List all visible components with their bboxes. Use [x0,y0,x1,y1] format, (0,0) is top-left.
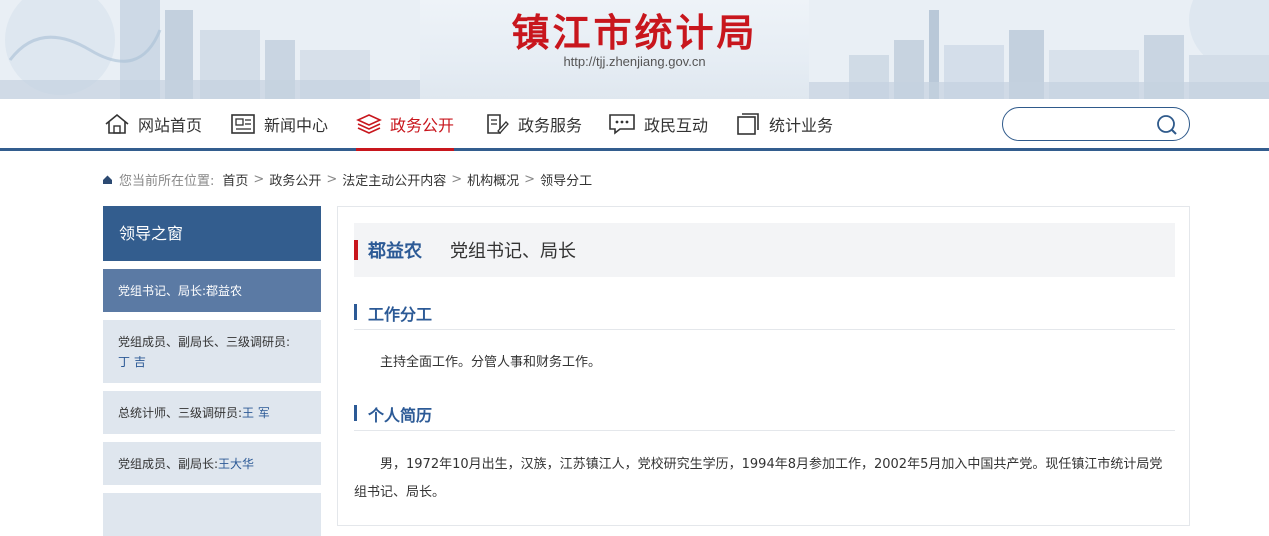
square-icon [737,112,759,135]
nav-statistics-label: 统计业务 [769,115,834,135]
breadcrumb-label: 您当前所在位置: [119,174,215,189]
breadcrumb: 您当前所在位置: 首页 > 政务公开 > 法定主动公开内容 > 机构概况 > 领… [102,170,592,189]
nav-news[interactable]: 新闻中心 [230,99,328,148]
section-duties-heading: 工作分工 [354,296,1175,330]
home-small-icon [103,175,112,184]
nav-interaction[interactable]: 政民互动 [608,99,708,148]
breadcrumb-government-affairs[interactable]: 政务公开 [269,170,321,189]
header-banner: 镇江市统计局 http://tjj.zhenjiang.gov.cn [0,0,1269,99]
sidebar-item-leader-3[interactable]: 总统计师、三级调研员: 王 军 [103,391,321,434]
site-url[interactable]: http://tjj.zhenjiang.gov.cn [0,54,1269,69]
breadcrumb-separator: > [326,172,338,187]
title-accent-bar [354,240,358,260]
site-title: 镇江市统计局 [511,10,758,55]
sidebar-item-role: 党组书记、局长: [118,284,207,298]
breadcrumb-home[interactable]: 首页 [222,170,248,189]
sidebar-item-leader-4[interactable]: 党组成员、副局长: 王大华 [103,442,321,485]
breadcrumb-organization[interactable]: 机构概况 [467,170,519,189]
leader-name: 鄀益农 [368,241,422,262]
sidebar-item-name: 王大华 [218,457,255,471]
sidebar-title: 领导之窗 [103,206,321,261]
nav-services-label: 政务服务 [518,115,583,135]
nav-government-affairs-label: 政务公开 [390,115,455,135]
main-nav: 网站首页 新闻中心 政务公开 政务服务 政民互动 统计业务 [0,99,1269,151]
nav-statistics[interactable]: 统计业务 [735,99,833,148]
breadcrumb-separator: > [451,172,463,187]
sidebar-item-name: 鄀益农 [206,284,243,298]
section-duties-body: 主持全面工作。分管人事和财务工作。 [380,355,602,370]
nav-interaction-label: 政民互动 [644,115,709,135]
section-heading-text: 个人简历 [368,406,433,425]
chat-icon [609,113,635,135]
nav-home[interactable]: 网站首页 [104,99,202,148]
sidebar-item-role: 党组成员、副局长、三级调研员: [118,334,291,349]
leader-position: 党组书记、局长 [450,241,576,262]
search-box [1002,107,1190,141]
nav-home-label: 网站首页 [138,115,203,135]
breadcrumb-separator: > [524,172,536,187]
sidebar-item-name: 王 军 [242,406,270,420]
breadcrumb-separator: > [253,172,265,187]
sidebar: 领导之窗 党组书记、局长: 鄀益农 党组成员、副局长、三级调研员: 丁 吉 总统计… [103,206,321,536]
search-input[interactable] [1017,114,1157,134]
layers-icon [356,113,382,134]
news-icon [231,113,255,134]
main-content: 鄀益农 党组书记、局长 工作分工 主持全面工作。分管人事和财务工作。 个人简历 … [337,206,1190,526]
section-accent-bar [354,405,357,421]
sidebar-item-leader-2[interactable]: 党组成员、副局长、三级调研员: 丁 吉 [103,320,321,383]
breadcrumb-statutory-content[interactable]: 法定主动公开内容 [342,170,446,189]
home-icon [105,113,129,134]
leader-title-bar: 鄀益农 党组书记、局长 [354,223,1175,277]
nav-government-affairs[interactable]: 政务公开 [356,99,455,151]
sidebar-item-role: 总统计师、三级调研员: [118,406,243,420]
section-accent-bar [354,304,357,320]
nav-services[interactable]: 政务服务 [484,99,582,148]
search-icon[interactable] [1155,114,1179,136]
sidebar-item-leader-1[interactable]: 党组书记、局长: 鄀益农 [103,269,321,312]
sidebar-item-leader-5[interactable] [103,493,321,536]
sidebar-item-name: 丁 吉 [118,354,146,369]
breadcrumb-leadership[interactable]: 领导分工 [540,170,592,189]
edit-document-icon [487,113,509,134]
sidebar-item-role: 党组成员、副局长: [118,457,219,471]
section-resume-body: 男，1972年10月出生，汉族，江苏镇江人，党校研究生学历，1994年8月参加工… [354,457,1163,500]
section-heading-text: 工作分工 [368,305,433,324]
nav-news-label: 新闻中心 [264,115,329,135]
section-resume-heading: 个人简历 [354,397,1175,431]
